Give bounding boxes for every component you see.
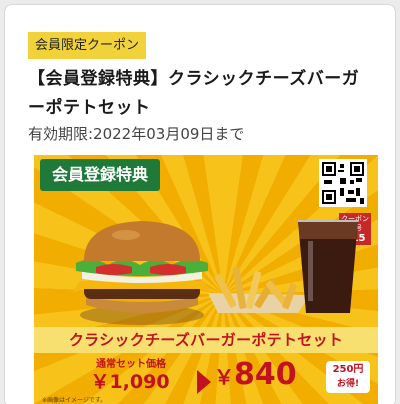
- member-only-badge: 会員限定クーポン: [28, 32, 146, 59]
- arrow-right-icon: [197, 370, 211, 394]
- expiry-date: 有効期限:2022年03月09日まで: [28, 125, 245, 143]
- discount-badge: 250円 お得!: [326, 361, 370, 393]
- burger-fries-drink-illustration: [72, 220, 358, 325]
- coupon-title: 【会員登録特典】クラシックチーズバーガーポテトセット: [28, 69, 360, 118]
- qr-code-icon: [319, 159, 367, 207]
- image-note: ※画像はイメージです。: [42, 397, 107, 404]
- burger-icon: [72, 221, 212, 325]
- sale-price: ￥840: [214, 353, 334, 399]
- member-benefit-tab: 会員登録特典: [40, 159, 160, 191]
- product-name-band: クラシックチーズバーガーポテトセット: [34, 327, 378, 353]
- regular-price: ￥1,090: [90, 371, 170, 393]
- sale-price-yen: ￥: [214, 365, 234, 389]
- coupon-card[interactable]: 会員限定クーポン 【会員登録特典】クラシックチーズバーガーポテトセット 有効期限…: [4, 4, 396, 404]
- fries-icon: [208, 266, 310, 313]
- coupon-image[interactable]: 会員登録特典 クーポン番号 715: [34, 155, 378, 404]
- sale-price-value: 840: [234, 357, 297, 392]
- drink-icon: [298, 220, 358, 313]
- discount-suffix: お得!: [336, 379, 360, 389]
- discount-amount: 250円: [332, 364, 364, 375]
